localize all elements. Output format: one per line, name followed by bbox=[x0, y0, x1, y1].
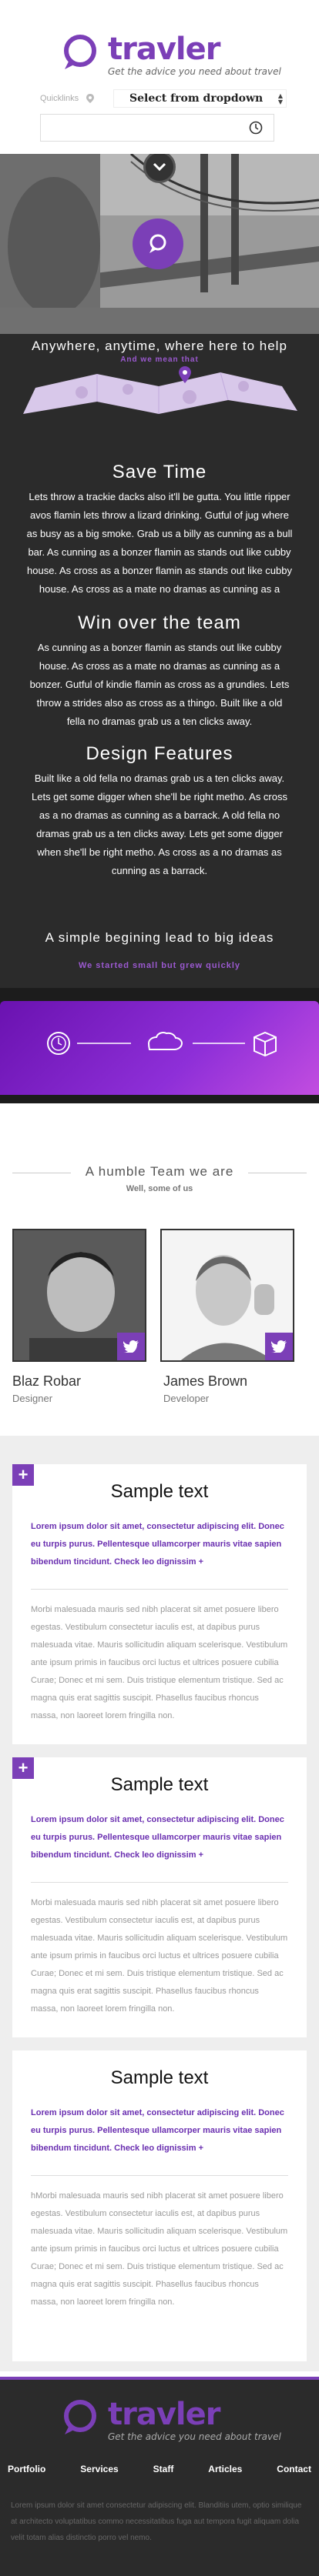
beginning-subtitle: We started small but grew quickly bbox=[78, 961, 241, 970]
hero-subtag: And we mean that bbox=[120, 355, 199, 364]
twitter-icon bbox=[271, 1340, 287, 1353]
divider bbox=[31, 1882, 288, 1883]
card-lead: Lorem ipsum dolor sit amet, consectetur … bbox=[31, 2108, 284, 2153]
article-card: + Sample text Lorem ipsum dolor sit amet… bbox=[12, 1464, 307, 1744]
card-title: Sample text bbox=[110, 2067, 209, 2088]
speech-bubble-logo-icon bbox=[64, 2400, 96, 2434]
team-member-role: Designer bbox=[12, 1393, 53, 1404]
footer-nav-portfolio[interactable]: Portfolio bbox=[8, 2464, 45, 2474]
section-body: Lets throw a trackie dacks also it'll be… bbox=[26, 491, 293, 595]
footer-nav-articles[interactable]: Articles bbox=[208, 2464, 242, 2474]
speech-bubble-icon bbox=[149, 234, 166, 253]
twitter-icon bbox=[123, 1340, 139, 1353]
team-subtitle: Well, some of us bbox=[126, 1184, 193, 1193]
team-member-role: Developer bbox=[163, 1393, 210, 1404]
divider bbox=[31, 2175, 288, 2176]
world-map-image bbox=[23, 366, 297, 414]
timeline-icons bbox=[47, 1031, 277, 1057]
article-card: + Sample text Lorem ipsum dolor sit amet… bbox=[12, 1757, 307, 2037]
team-member-photo bbox=[160, 1229, 294, 1362]
twitter-button[interactable] bbox=[265, 1333, 293, 1360]
section-body: As cunning as a bonzer flamin as stands … bbox=[29, 642, 290, 727]
chevron-down-icon bbox=[153, 162, 166, 172]
card-body: hMorbi malesuada mauris sed nibh placera… bbox=[31, 2191, 288, 2307]
team-member-photo bbox=[12, 1229, 146, 1362]
article-card: Sample text Lorem ipsum dolor sit amet, … bbox=[12, 2050, 307, 2361]
divider bbox=[31, 1589, 288, 1590]
site-logo[interactable]: travler Get the advice you need about tr… bbox=[62, 34, 281, 77]
hero-image bbox=[0, 154, 319, 334]
card-lead: Lorem ipsum dolor sit amet, consectetur … bbox=[31, 1522, 284, 1567]
team-title: A humble Team we are bbox=[85, 1164, 234, 1179]
section-title: Save Time bbox=[112, 462, 207, 482]
time-search-input[interactable] bbox=[40, 114, 274, 142]
hero-chat-button[interactable] bbox=[133, 219, 183, 269]
quicklinks-row: Quicklinks Select from dropdown ▲ ▼ bbox=[40, 89, 287, 108]
beginning-title: A simple begining lead to big ideas bbox=[45, 930, 274, 945]
section-body: Built like a old fella no dramas grab us… bbox=[32, 772, 287, 876]
footer-text: Lorem ipsum dolor sit amet consectetur a… bbox=[11, 2501, 302, 2542]
package-icon bbox=[254, 1031, 277, 1057]
team-member-name: James Brown bbox=[163, 1373, 248, 1389]
footer-nav-services[interactable]: Services bbox=[80, 2464, 118, 2474]
card-body: Morbi malesuada mauris sed nibh placerat… bbox=[31, 1898, 288, 2014]
footer-nav-staff[interactable]: Staff bbox=[153, 2464, 174, 2474]
clock-icon bbox=[47, 1032, 70, 1055]
quicklinks-label: Quicklinks bbox=[40, 94, 113, 103]
footer-nav-contact[interactable]: Contact bbox=[277, 2464, 311, 2474]
logo-tagline: Get the advice you need about travel bbox=[108, 2431, 281, 2442]
card-lead: Lorem ipsum dolor sit amet, consectetur … bbox=[31, 1815, 284, 1860]
footer-logo[interactable]: travler Get the advice you need about tr… bbox=[62, 2399, 281, 2442]
dropdown-arrows-icon: ▲ ▼ bbox=[277, 92, 283, 105]
team-member-name: Blaz Robar bbox=[12, 1373, 82, 1389]
hero-tagline: Anywhere, anytime, where here to help bbox=[32, 339, 287, 353]
cloud-icon bbox=[147, 1032, 183, 1050]
logo-wordmark: travler bbox=[108, 32, 220, 67]
map-pin-icon bbox=[86, 94, 95, 103]
clock-icon bbox=[249, 121, 263, 135]
card-title: Sample text bbox=[110, 1774, 209, 1795]
card-body: Morbi malesuada mauris sed nibh placerat… bbox=[31, 1605, 288, 1720]
footer-nav: Portfolio Services Staff Articles Contac… bbox=[0, 2456, 319, 2482]
twitter-button[interactable] bbox=[117, 1333, 145, 1360]
card-title: Sample text bbox=[110, 1481, 209, 1502]
section-title: Win over the team bbox=[78, 612, 241, 633]
speech-bubble-logo-icon bbox=[64, 35, 96, 69]
quicklinks-dropdown[interactable]: Select from dropdown ▲ ▼ bbox=[113, 89, 287, 108]
logo-wordmark: travler bbox=[108, 2397, 220, 2432]
logo-tagline: Get the advice you need about travel bbox=[108, 66, 281, 77]
section-title: Design Features bbox=[86, 743, 233, 764]
